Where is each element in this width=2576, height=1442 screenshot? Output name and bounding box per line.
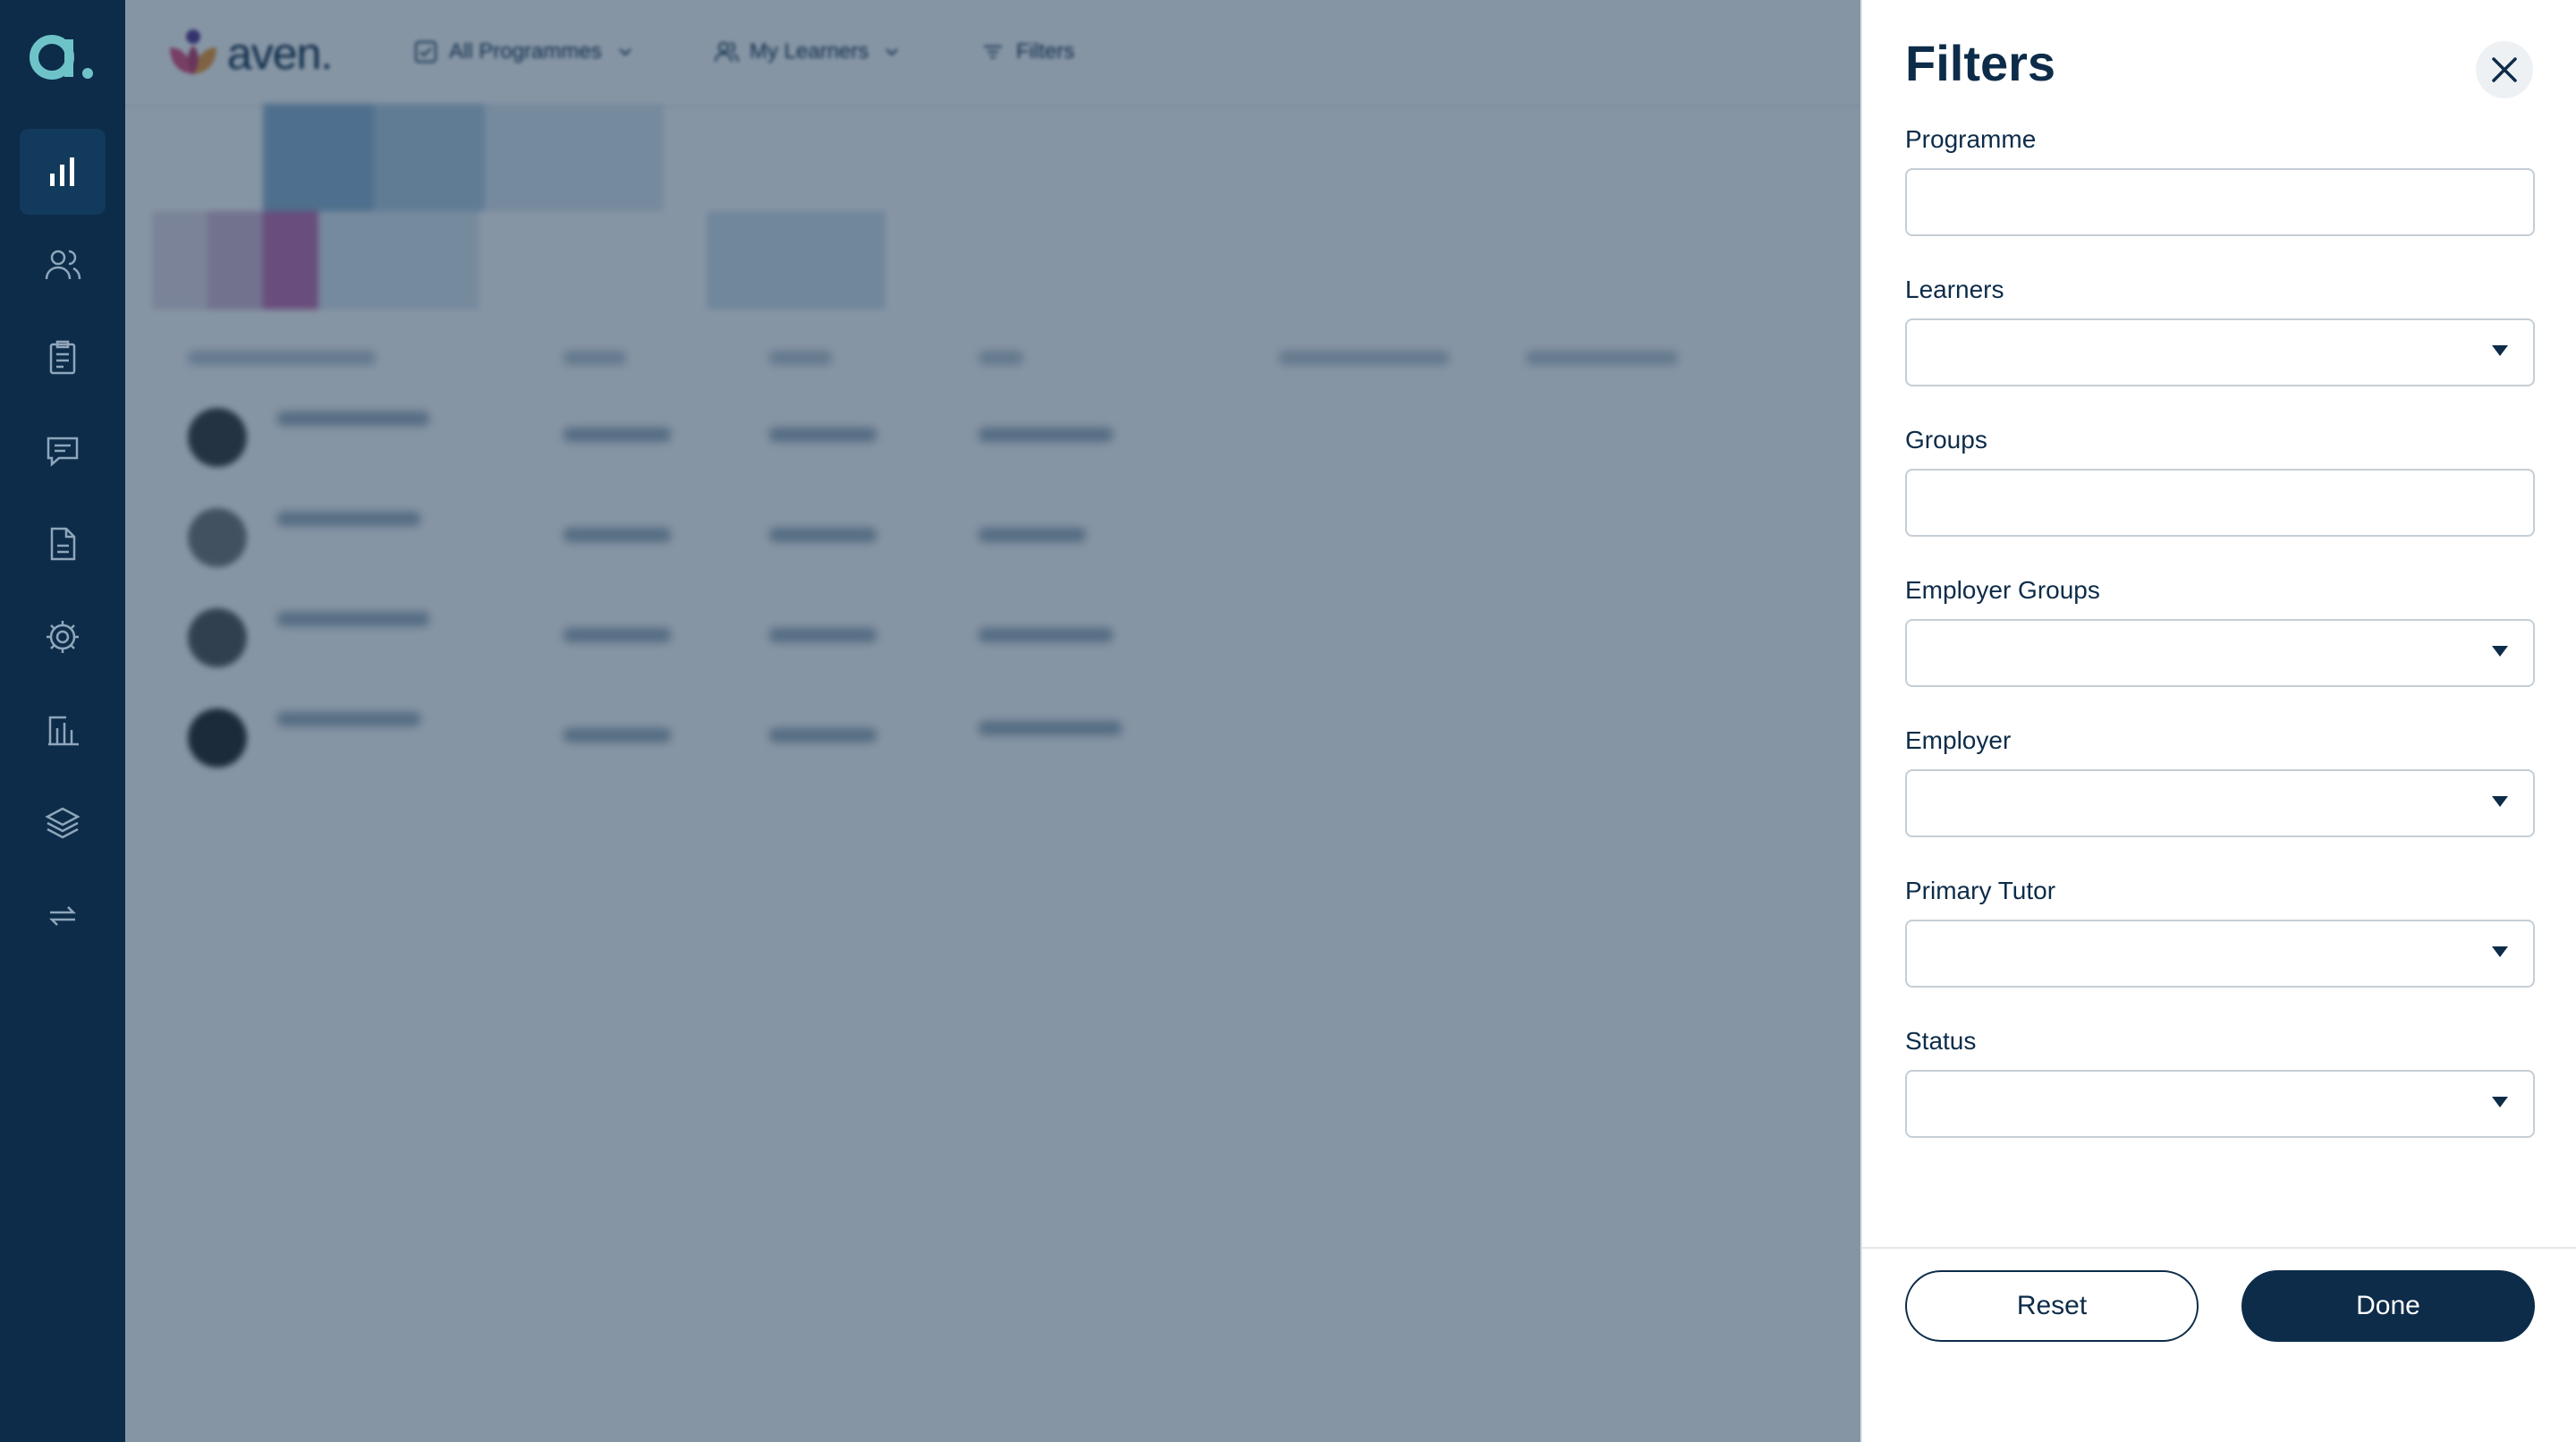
close-button[interactable] [2476,41,2533,98]
employer-label: Employer [1905,726,2012,754]
footer-divider [1862,1247,2576,1249]
dropdown-caret-icon [2492,796,2508,807]
nav-users[interactable] [20,222,106,308]
nav-sync[interactable] [20,873,106,959]
sidebar [0,0,125,1442]
reset-button[interactable]: Reset [1905,1270,2199,1342]
chat-icon [47,437,79,467]
nav-reports[interactable] [20,687,106,773]
learners-select[interactable] [1905,318,2535,386]
clipboard-icon [49,340,76,375]
bar-chart-icon [50,157,74,186]
status-select[interactable] [1905,1070,2535,1138]
dropdown-caret-icon [2492,345,2508,356]
programme-input[interactable] [1905,168,2535,236]
dropdown-caret-icon [2492,1097,2508,1107]
employer-groups-label: Employer Groups [1905,576,2100,604]
gear-icon [47,621,79,653]
programme-label: Programme [1905,125,2037,153]
nav-layers[interactable] [20,780,106,866]
learners-label: Learners [1905,276,2004,303]
document-icon [50,527,76,561]
close-icon [2492,57,2517,82]
filters-panel: Filters Programme Learners Groups Employ… [1860,0,2576,1442]
employer-select[interactable] [1905,769,2535,837]
layers-icon [45,807,80,839]
groups-input[interactable] [1905,469,2535,537]
employer-groups-select[interactable] [1905,619,2535,687]
dropdown-caret-icon [2492,646,2508,657]
users-icon [45,250,81,280]
primary-tutor-select[interactable] [1905,920,2535,988]
groups-label: Groups [1905,426,1987,454]
nav-documents[interactable] [20,501,106,587]
nav-dashboard[interactable] [20,129,106,215]
sync-icon [48,906,77,926]
nav-settings[interactable] [20,594,106,680]
panel-title: Filters [1905,35,2056,91]
aven-logo-icon[interactable] [29,27,100,84]
nav-messages[interactable] [20,408,106,494]
status-label: Status [1905,1027,1977,1055]
done-button[interactable]: Done [2241,1270,2535,1342]
modal-backdrop[interactable] [125,0,1860,1442]
primary-tutor-label: Primary Tutor [1905,877,2056,904]
dropdown-caret-icon [2492,946,2508,957]
nav-clipboard[interactable] [20,315,106,401]
report-icon [48,716,79,746]
